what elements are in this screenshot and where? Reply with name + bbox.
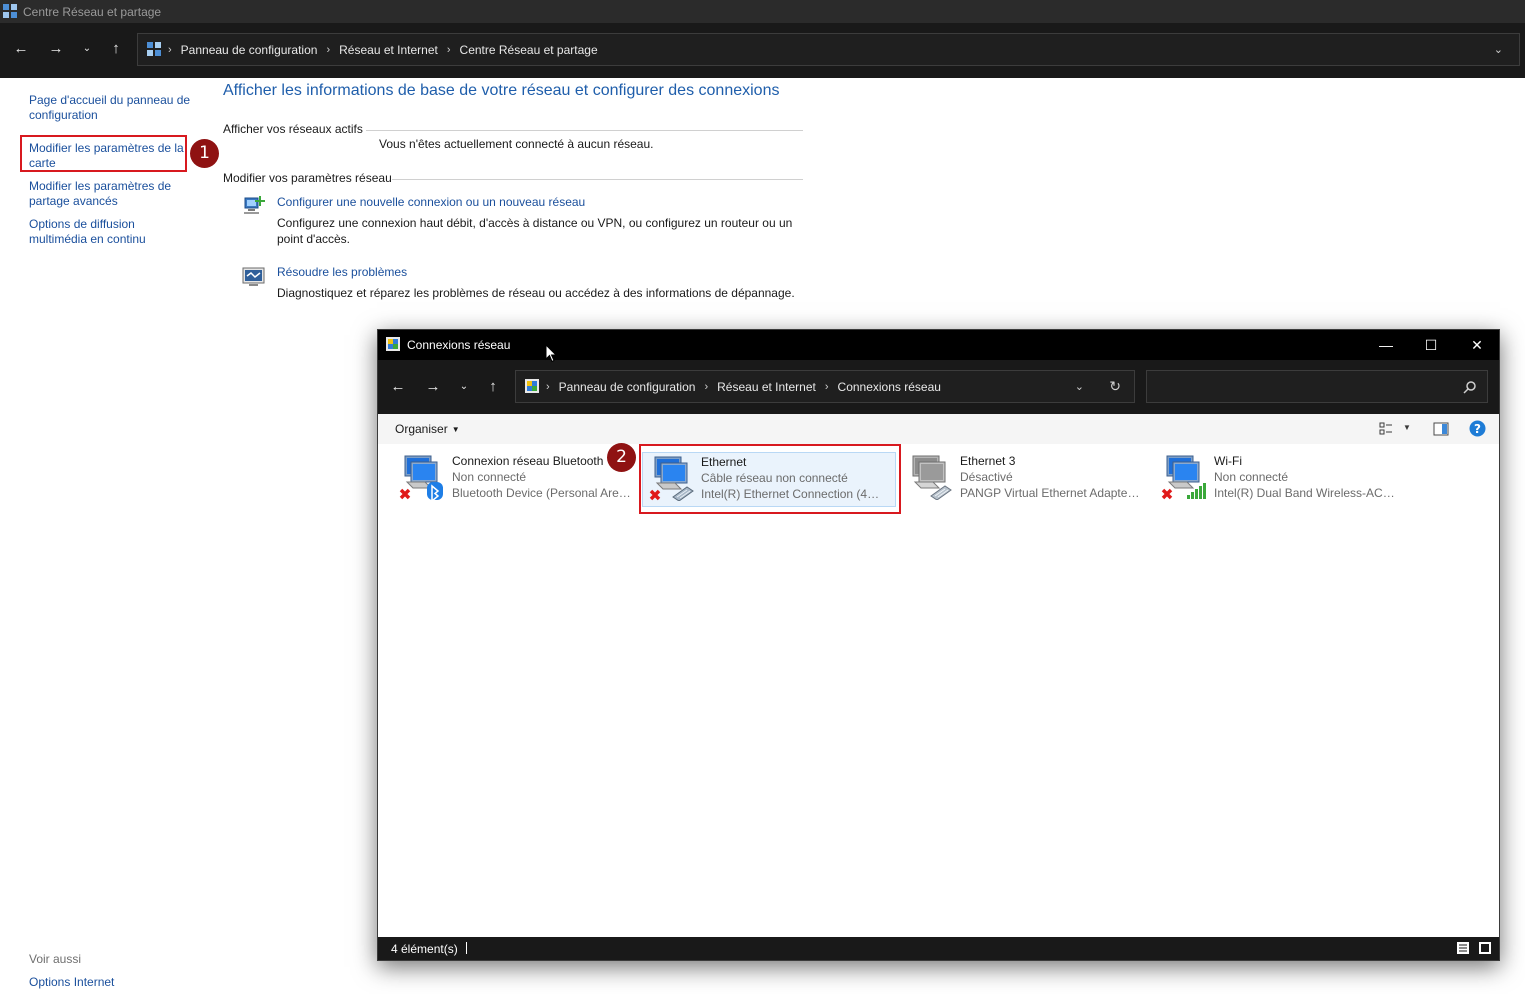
background-window-title: Centre Réseau et partage — [23, 5, 162, 19]
breadcrumb-network-internet[interactable]: Réseau et Internet — [717, 380, 816, 394]
up-arrow-icon[interactable]: ↑ — [105, 38, 127, 60]
background-sidebar: Page d'accueil du panneau de configurati… — [0, 78, 210, 994]
connection-bluetooth[interactable]: Connexion réseau Bluetooth Non connecté … — [382, 449, 634, 507]
refresh-icon[interactable]: ↻ — [1109, 371, 1121, 402]
preview-pane-icon[interactable] — [1433, 422, 1449, 436]
see-also-label: Voir aussi — [29, 952, 82, 966]
section-divider — [392, 179, 803, 180]
connection-name: Ethernet 3 — [960, 454, 1016, 468]
search-box[interactable] — [1146, 370, 1488, 403]
highlight-box-ethernet — [639, 444, 901, 514]
highlight-box-adapter-settings — [20, 135, 187, 172]
no-network-text: Vous n'êtes actuellement connecté à aucu… — [379, 137, 654, 151]
network-connections-window: Connexions réseau — ☐ ✕ ← → ⌄ ↑ › Pannea… — [377, 329, 1500, 961]
breadcrumb-separator-icon: › — [168, 43, 172, 56]
help-icon[interactable]: ? — [1469, 420, 1486, 437]
back-arrow-icon[interactable]: ← — [387, 376, 409, 398]
step-badge-2: 2 — [607, 443, 636, 472]
back-arrow-icon[interactable]: ← — [10, 38, 32, 60]
minimize-icon[interactable]: — — [1363, 330, 1409, 360]
change-view-icon[interactable] — [1379, 422, 1393, 436]
connection-device: Intel(R) Dual Band Wireless-AC 82... — [1214, 486, 1396, 500]
forward-arrow-icon[interactable]: → — [45, 38, 67, 60]
network-address-bar[interactable]: › Panneau de configuration › Réseau et I… — [515, 370, 1135, 403]
mouse-cursor-icon — [545, 344, 557, 363]
network-window-title: Connexions réseau — [407, 338, 511, 352]
network-window-navigation-bar: ← → ⌄ ↑ › Panneau de configuration › Rés… — [378, 360, 1499, 414]
new-connection-link[interactable]: Configurer une nouvelle connexion ou un … — [277, 195, 585, 209]
breadcrumb-separator-icon: › — [824, 380, 829, 393]
sidebar-item-advanced-sharing[interactable]: Modifier les paramètres de partage avanc… — [29, 179, 194, 209]
svg-text:?: ? — [1474, 422, 1481, 436]
network-adapter-disabled-icon — [912, 455, 952, 500]
troubleshoot-description: Diagnostiquez et réparez les problèmes d… — [277, 286, 795, 300]
background-navigation-bar: ← → ⌄ ↑ › Panneau de configuration › Rés… — [0, 23, 1525, 78]
network-adapter-icon — [1161, 455, 1206, 500]
breadcrumb-network-internet[interactable]: Réseau et Internet — [339, 43, 438, 57]
step-badge-1: 1 — [190, 139, 219, 168]
connection-status: Non connecté — [452, 470, 527, 484]
sidebar-item-internet-options[interactable]: Options Internet — [29, 975, 194, 990]
breadcrumb-control-panel[interactable]: Panneau de configuration — [559, 380, 696, 394]
search-icon — [1463, 381, 1476, 394]
dropdown-caret-icon: ▼ — [451, 425, 460, 434]
breadcrumb-separator-icon: › — [446, 43, 451, 56]
organize-label: Organiser — [395, 422, 448, 436]
breadcrumb-separator-icon: › — [546, 380, 550, 393]
troubleshoot-icon — [242, 267, 265, 286]
organize-button[interactable]: Organiser ▼ — [395, 422, 460, 436]
address-dropdown-chevron-icon[interactable]: ⌄ — [1494, 34, 1503, 65]
section-divider — [366, 130, 803, 131]
connection-status: Désactivé — [960, 470, 1013, 484]
close-icon[interactable]: ✕ — [1454, 330, 1500, 360]
maximize-icon[interactable]: ☐ — [1408, 330, 1454, 360]
control-panel-icon — [525, 379, 539, 393]
address-dropdown-chevron-icon[interactable]: ⌄ — [1075, 371, 1084, 402]
forward-arrow-icon[interactable]: → — [422, 376, 444, 398]
view-options-caret-icon[interactable]: ▼ — [1403, 423, 1411, 432]
breadcrumb-network-connections[interactable]: Connexions réseau — [838, 380, 941, 394]
recent-locations-chevron-icon[interactable]: ⌄ — [453, 376, 475, 398]
troubleshoot-link[interactable]: Résoudre les problèmes — [277, 265, 407, 279]
breadcrumb-network-center[interactable]: Centre Réseau et partage — [460, 43, 598, 57]
recent-locations-chevron-icon[interactable]: ⌄ — [76, 38, 98, 60]
new-connection-description: Configurez une connexion haut débit, d'a… — [277, 216, 793, 246]
page-title: Afficher les informations de base de vot… — [223, 82, 780, 99]
network-center-icon — [3, 4, 17, 18]
breadcrumb-separator-icon: › — [704, 380, 709, 393]
status-bar: 4 élément(s) — [378, 937, 1499, 960]
change-settings-heading: Modifier vos paramètres réseau — [223, 171, 392, 185]
sidebar-item-control-panel-home[interactable]: Page d'accueil du panneau de configurati… — [29, 93, 194, 123]
connection-status: Non connecté — [1214, 470, 1289, 484]
details-view-icon[interactable] — [1456, 941, 1470, 955]
control-panel-icon — [147, 42, 161, 56]
new-connection-icon — [244, 196, 265, 214]
breadcrumb-control-panel[interactable]: Panneau de configuration — [181, 43, 318, 57]
background-window-titlebar: Centre Réseau et partage — [0, 0, 1525, 23]
connection-name: Wi-Fi — [1214, 454, 1242, 468]
large-icons-view-icon[interactable] — [1478, 941, 1492, 955]
up-arrow-icon[interactable]: ↑ — [482, 376, 504, 398]
network-adapter-icon — [399, 455, 443, 500]
breadcrumb-separator-icon: › — [326, 43, 331, 56]
sidebar-item-media-streaming[interactable]: Options de diffusion multimédia en conti… — [29, 217, 194, 247]
active-networks-heading: Afficher vos réseaux actifs — [223, 122, 363, 136]
address-bar[interactable]: › Panneau de configuration › Réseau et I… — [137, 33, 1520, 66]
connection-device: PANGP Virtual Ethernet Adapter #2 — [960, 486, 1142, 500]
status-separator — [466, 942, 467, 954]
search-input[interactable] — [1153, 377, 1453, 397]
command-bar: Organiser ▼ ▼ ? — [378, 414, 1499, 444]
connection-device: Bluetooth Device (Personal Area ... — [452, 486, 634, 500]
network-connections-icon — [386, 337, 400, 351]
item-count: 4 élément(s) — [391, 942, 458, 956]
connection-wifi[interactable]: Wi-Fi Non connecté Intel(R) Dual Band Wi… — [1144, 449, 1396, 507]
connection-ethernet-3[interactable]: Ethernet 3 Désactivé PANGP Virtual Ether… — [890, 449, 1142, 507]
